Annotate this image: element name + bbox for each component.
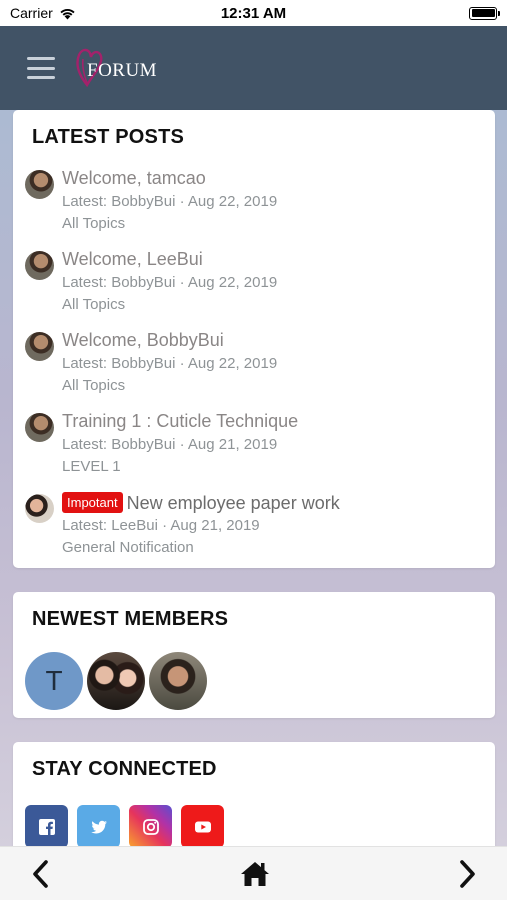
post-title[interactable]: Impotant New employee paper work xyxy=(62,492,340,514)
bottom-nav xyxy=(0,846,507,900)
home-icon[interactable] xyxy=(238,858,272,890)
post-meta: Latest: BobbyBui · Aug 22, 2019 xyxy=(62,355,278,372)
latest-posts-card: LATEST POSTS Welcome, tamcao Latest: Bob… xyxy=(13,110,495,568)
chevron-left-icon[interactable] xyxy=(26,858,56,890)
newest-members-card: NEWEST MEMBERS T xyxy=(13,592,495,718)
avatar xyxy=(25,251,54,280)
post-item[interactable]: Welcome, LeeBui Latest: BobbyBui · Aug 2… xyxy=(25,249,485,327)
carrier-label: Carrier xyxy=(10,5,53,21)
post-title[interactable]: Welcome, LeeBui xyxy=(62,249,203,270)
post-category[interactable]: LEVEL 1 xyxy=(62,458,121,475)
post-item[interactable]: Impotant New employee paper work Latest: … xyxy=(25,492,485,570)
newest-members-title: NEWEST MEMBERS xyxy=(32,608,229,630)
avatar xyxy=(25,494,54,523)
post-category[interactable]: General Notification xyxy=(62,539,194,556)
post-title[interactable]: Welcome, BobbyBui xyxy=(62,330,224,351)
post-meta: Latest: BobbyBui · Aug 21, 2019 xyxy=(62,436,278,453)
post-title[interactable]: Training 1 : Cuticle Technique xyxy=(62,411,298,432)
chevron-right-icon[interactable] xyxy=(452,858,482,890)
member-avatar[interactable] xyxy=(87,652,145,710)
stay-connected-card: STAY CONNECTED xyxy=(13,742,495,852)
youtube-icon[interactable] xyxy=(181,805,224,848)
avatar xyxy=(25,332,54,361)
post-title[interactable]: Welcome, tamcao xyxy=(62,168,206,189)
status-left: Carrier xyxy=(10,5,76,21)
wifi-icon xyxy=(60,8,75,19)
member-avatar[interactable] xyxy=(149,652,207,710)
post-category[interactable]: All Topics xyxy=(62,377,125,394)
post-meta: Latest: BobbyBui · Aug 22, 2019 xyxy=(62,274,278,291)
post-category[interactable]: All Topics xyxy=(62,215,125,232)
post-meta: Latest: BobbyBui · Aug 22, 2019 xyxy=(62,193,278,210)
avatar xyxy=(25,170,54,199)
app-header: FORUM xyxy=(0,26,507,110)
post-item[interactable]: Training 1 : Cuticle Technique Latest: B… xyxy=(25,411,485,489)
menu-icon[interactable] xyxy=(27,57,55,79)
latest-posts-title: LATEST POSTS xyxy=(32,126,185,148)
battery-icon xyxy=(469,6,500,20)
logo-text: FORUM xyxy=(87,60,158,81)
status-time: 12:31 AM xyxy=(220,4,287,22)
post-category[interactable]: All Topics xyxy=(62,296,125,313)
status-bar: Carrier 12:31 AM xyxy=(0,0,507,26)
post-title-text[interactable]: New employee paper work xyxy=(127,493,340,513)
post-item[interactable]: Welcome, tamcao Latest: BobbyBui · Aug 2… xyxy=(25,168,485,246)
logo[interactable]: FORUM xyxy=(73,43,157,93)
important-badge: Impotant xyxy=(62,492,123,513)
post-item[interactable]: Welcome, BobbyBui Latest: BobbyBui · Aug… xyxy=(25,330,485,408)
facebook-icon[interactable] xyxy=(25,805,68,848)
avatar xyxy=(25,413,54,442)
stay-connected-title: STAY CONNECTED xyxy=(32,758,217,780)
instagram-icon[interactable] xyxy=(129,805,172,848)
member-avatar[interactable]: T xyxy=(25,652,83,710)
twitter-icon[interactable] xyxy=(77,805,120,848)
post-meta: Latest: LeeBui · Aug 21, 2019 xyxy=(62,517,260,534)
